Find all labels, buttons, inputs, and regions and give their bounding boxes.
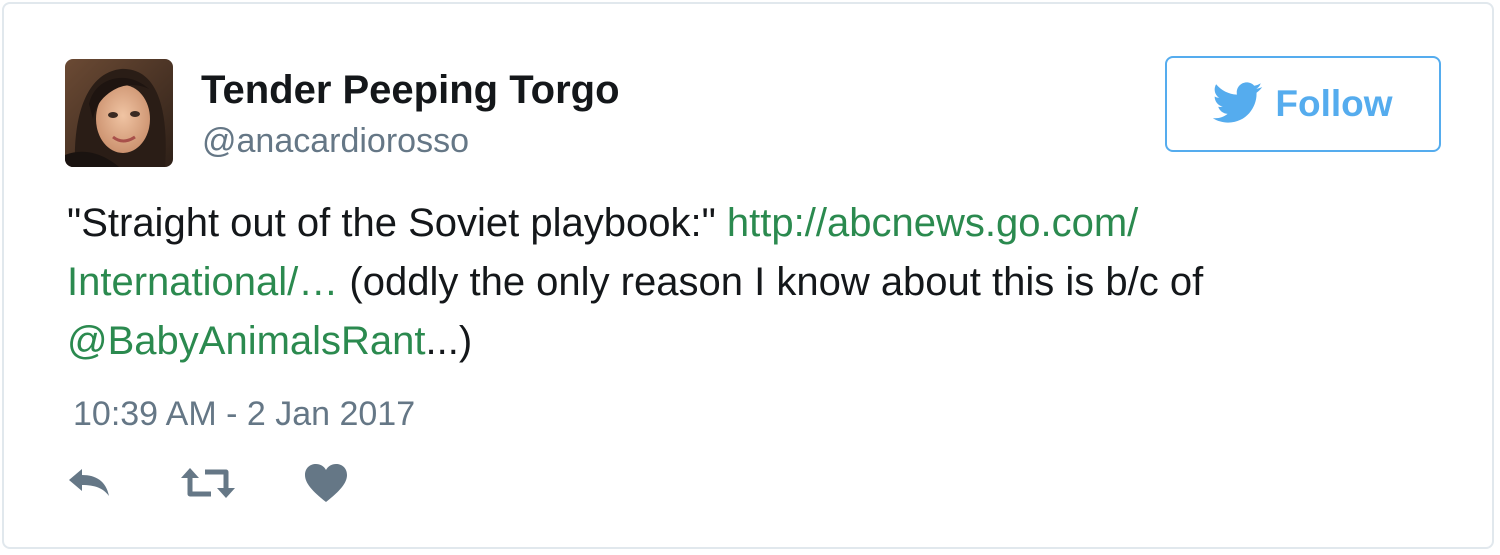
display-name[interactable]: Tender Peeping Torgo [201, 66, 620, 114]
like-button[interactable] [304, 460, 348, 506]
retweet-button[interactable] [180, 460, 236, 506]
tweet-timestamp[interactable]: 10:39 AM - 2 Jan 2017 [73, 392, 415, 436]
tweet-link-continued[interactable]: International/… [67, 260, 338, 304]
avatar[interactable] [65, 59, 173, 167]
follow-button[interactable]: Follow [1165, 56, 1441, 152]
avatar-image [65, 59, 173, 167]
user-handle[interactable]: @anacardiorosso [202, 120, 469, 162]
tweet-link[interactable]: http://abcnews.go.com/ [727, 201, 1138, 245]
tweet-card: Tender Peeping Torgo @anacardiorosso Fol… [2, 2, 1494, 549]
heart-icon [305, 464, 347, 502]
twitter-bird-icon [1213, 82, 1263, 123]
mention-link[interactable]: @BabyAnimalsRant [67, 319, 426, 363]
tweet-text-end: ...) [425, 319, 473, 363]
tweet-text: "Straight out of the Soviet playbook:" h… [67, 194, 1457, 371]
reply-button[interactable] [66, 460, 112, 506]
retweet-icon [181, 468, 235, 498]
reply-icon [69, 469, 109, 496]
tweet-text-body: (oddly the only reason I know about this… [349, 260, 1204, 304]
tweet-quote: "Straight out of the Soviet playbook:" [67, 201, 716, 245]
follow-label: Follow [1275, 83, 1393, 124]
